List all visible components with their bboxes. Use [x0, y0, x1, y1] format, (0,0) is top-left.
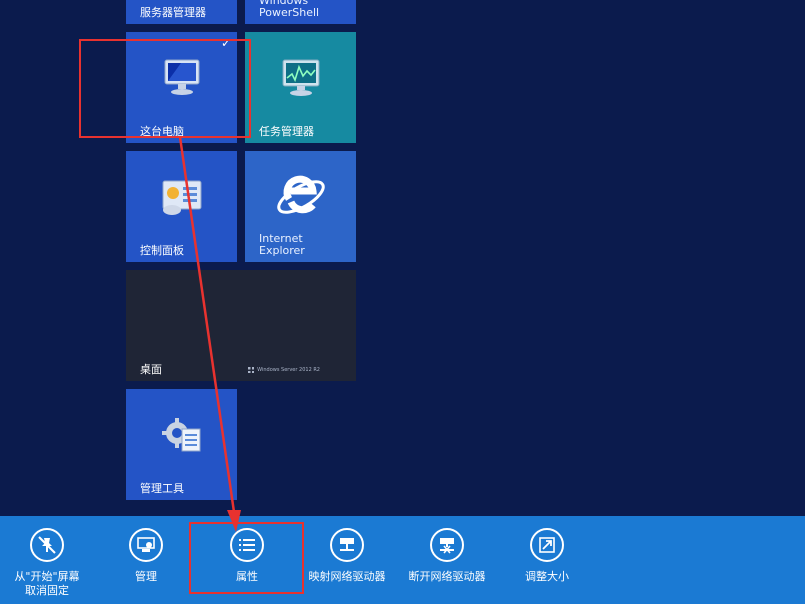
map-network-drive-label: 映射网络驱动器	[308, 570, 386, 583]
computer-icon	[159, 54, 205, 104]
properties-button[interactable]: 属性	[197, 528, 297, 584]
tile-internet-explorer[interactable]: Internet Explorer	[245, 151, 356, 262]
network-drive-icon	[330, 528, 364, 562]
tile-task-manager[interactable]: 任务管理器	[245, 32, 356, 143]
tile-label: 任务管理器	[259, 125, 314, 138]
admin-tools-icon	[160, 415, 204, 459]
resize-button[interactable]: 调整大小	[497, 528, 597, 584]
disconnect-drive-icon	[430, 528, 464, 562]
windows-logo-icon	[248, 367, 255, 373]
manage-button[interactable]: 管理	[96, 528, 196, 584]
map-network-drive-button[interactable]: 映射网络驱动器	[297, 528, 397, 584]
manage-icon	[129, 528, 163, 562]
control-panel-icon	[159, 177, 205, 223]
tile-this-pc[interactable]: ✓ 这台电脑	[126, 32, 237, 143]
tile-label: 服务器管理器	[140, 6, 206, 19]
windows-server-brand: Windows Server 2012 R2	[248, 367, 320, 373]
check-icon: ✓	[220, 36, 231, 50]
tile-label: Windows PowerShell	[259, 0, 320, 19]
resize-label: 调整大小	[525, 570, 569, 583]
internet-explorer-icon	[273, 169, 329, 229]
brand-text: Windows Server 2012 R2	[257, 367, 320, 373]
unpin-from-start-button[interactable]: 从"开始"屏幕 取消固定	[0, 528, 97, 598]
tile-label: 管理工具	[140, 482, 184, 495]
task-manager-icon	[278, 56, 324, 104]
unpin-icon	[30, 528, 64, 562]
tile-label: 控制面板	[140, 244, 184, 257]
app-bar: 从"开始"屏幕 取消固定 管理 属性 映射网络驱动器 断开网络驱动器 调整大小	[0, 516, 805, 604]
tile-administrative-tools[interactable]: 管理工具	[126, 389, 237, 500]
list-icon	[230, 528, 264, 562]
disconnect-network-drive-label: 断开网络驱动器	[408, 570, 486, 583]
properties-label: 属性	[236, 570, 258, 583]
tile-control-panel[interactable]: 控制面板	[126, 151, 237, 262]
tile-desktop[interactable]: 桌面 Windows Server 2012 R2	[126, 270, 356, 381]
tile-windows-powershell[interactable]: Windows PowerShell	[245, 0, 356, 24]
disconnect-network-drive-button[interactable]: 断开网络驱动器	[397, 528, 497, 584]
resize-icon	[530, 528, 564, 562]
manage-label: 管理	[135, 570, 157, 583]
tile-label: 这台电脑	[140, 125, 184, 138]
tile-label: Internet Explorer	[259, 232, 305, 257]
unpin-label: 从"开始"屏幕 取消固定	[14, 570, 80, 597]
tile-label: 桌面	[140, 363, 162, 376]
tile-server-manager[interactable]: 服务器管理器	[126, 0, 237, 24]
annotation-arrow	[178, 136, 241, 532]
